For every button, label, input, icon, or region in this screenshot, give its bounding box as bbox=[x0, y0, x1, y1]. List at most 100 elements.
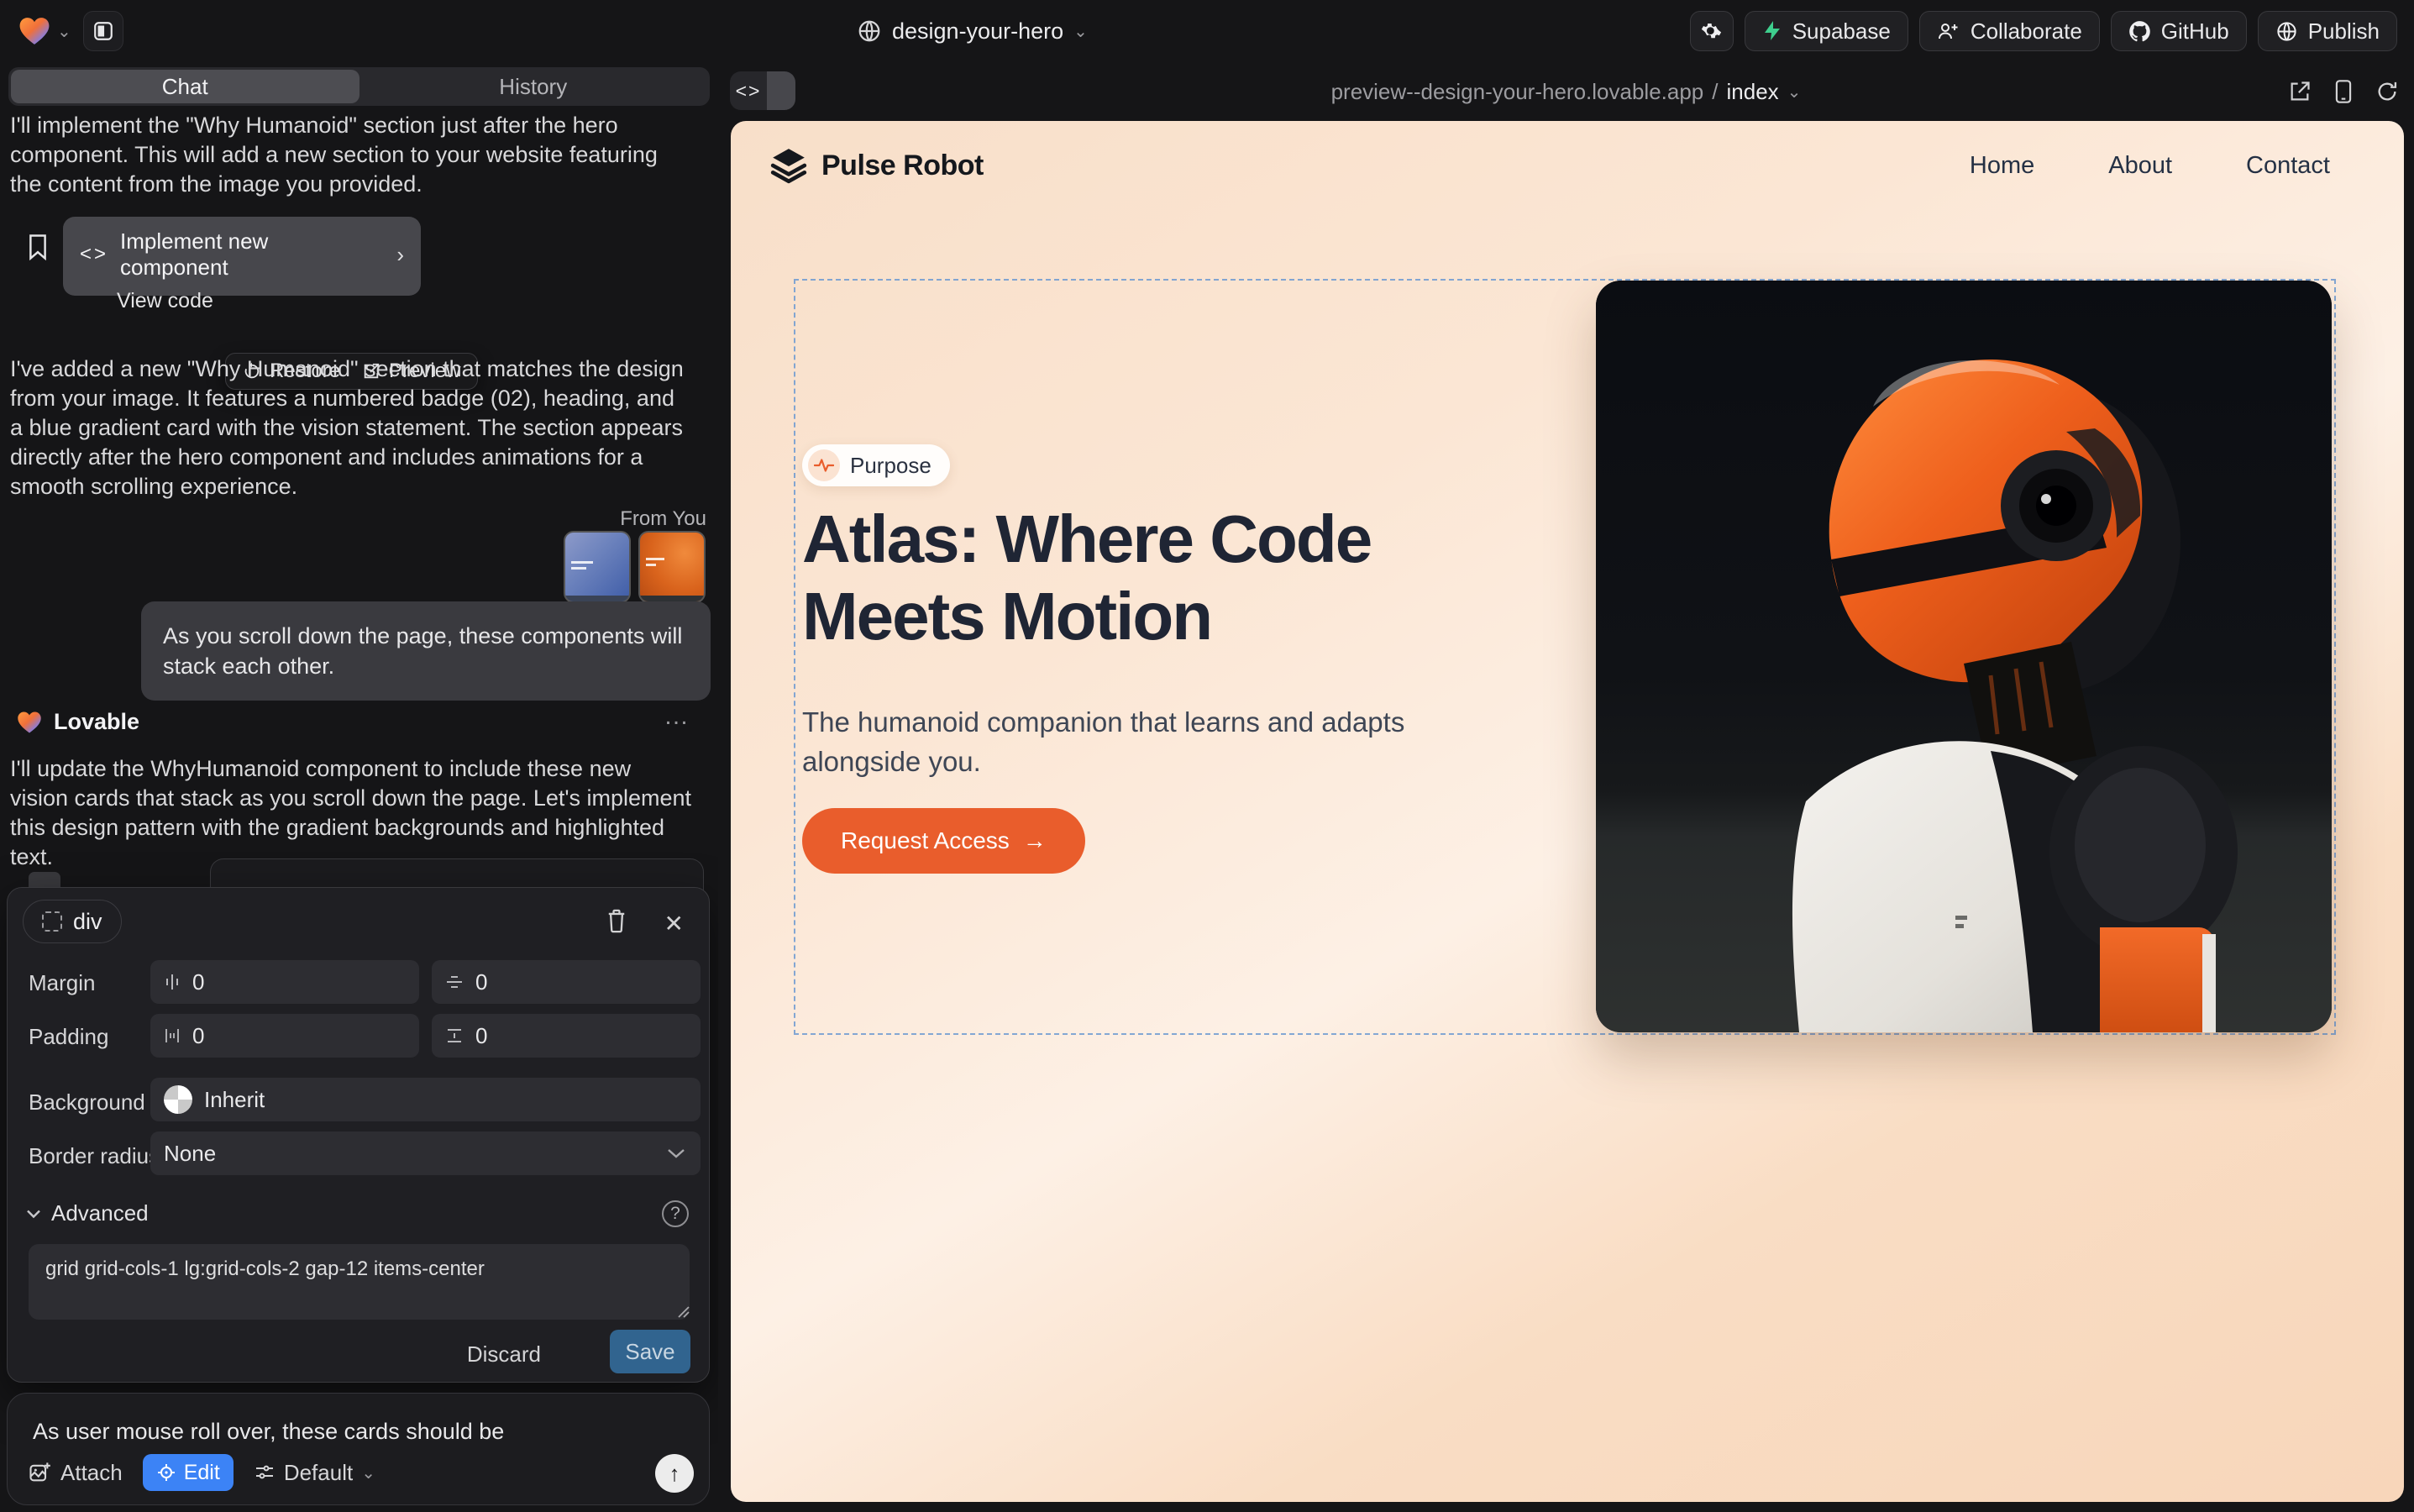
attach-button[interactable]: Attach bbox=[28, 1460, 123, 1486]
user-message-bubble: As you scroll down the page, these compo… bbox=[141, 601, 711, 701]
component-card-title: Implement new component bbox=[120, 228, 373, 281]
dashed-box-icon bbox=[42, 911, 62, 932]
lovable-heart-icon bbox=[18, 16, 50, 46]
publish-button[interactable]: Publish bbox=[2258, 11, 2397, 51]
background-input[interactable]: Inherit bbox=[150, 1078, 701, 1121]
chevron-down-icon bbox=[667, 1147, 685, 1159]
github-button[interactable]: GitHub bbox=[2111, 11, 2247, 51]
nav-about[interactable]: About bbox=[2108, 152, 2172, 180]
site-brand[interactable]: Pulse Robot bbox=[769, 146, 984, 185]
people-plus-icon bbox=[1937, 20, 1960, 42]
preview-pane: <> preview--design-your-hero.lovable.app… bbox=[718, 62, 2414, 1512]
chat-history-tabs: Chat History bbox=[8, 67, 710, 106]
supabase-button[interactable]: Supabase bbox=[1745, 11, 1908, 51]
mode-select[interactable]: Default ⌄ bbox=[254, 1460, 375, 1486]
mobile-view-button[interactable] bbox=[2333, 79, 2354, 104]
attachment-thumbnail-2[interactable] bbox=[638, 531, 706, 603]
chat-composer[interactable]: As user mouse roll over, these cards sho… bbox=[7, 1393, 710, 1505]
layers-icon bbox=[769, 146, 808, 185]
request-access-button[interactable]: Request Access → bbox=[802, 808, 1085, 874]
attach-image-icon bbox=[28, 1461, 51, 1484]
tab-chat[interactable]: Chat bbox=[11, 70, 359, 103]
composer-draft-text[interactable]: As user mouse roll over, these cards sho… bbox=[33, 1419, 504, 1445]
background-label: Background bbox=[29, 1089, 145, 1116]
nav-contact[interactable]: Contact bbox=[2246, 152, 2330, 180]
save-button[interactable]: Save bbox=[610, 1330, 690, 1373]
gear-icon bbox=[1700, 19, 1724, 43]
margin-x-icon bbox=[164, 973, 181, 991]
margin-x-input[interactable]: 0 bbox=[150, 960, 419, 1004]
preview-url-host: preview--design-your-hero.lovable.app bbox=[1331, 79, 1704, 105]
site-preview: Pulse Robot Home About Contact Purpose A… bbox=[731, 121, 2404, 1502]
attachment-thumbnail-1[interactable] bbox=[564, 531, 631, 603]
delete-element-button[interactable] bbox=[605, 908, 628, 933]
edit-mode-button[interactable]: Edit bbox=[143, 1454, 234, 1491]
assistant-message-1: I'll implement the "Why Humanoid" sectio… bbox=[10, 111, 692, 199]
margin-y-icon bbox=[445, 974, 464, 990]
padding-x-icon bbox=[164, 1026, 181, 1045]
chat-sidebar: Chat History I'll implement the "Why Hum… bbox=[0, 62, 718, 1512]
refresh-button[interactable] bbox=[2375, 80, 2399, 103]
padding-label: Padding bbox=[29, 1024, 108, 1050]
hero-subtitle: The humanoid companion that learns and a… bbox=[802, 702, 1466, 781]
purpose-badge-label: Purpose bbox=[850, 453, 931, 479]
message-menu-button[interactable]: … bbox=[664, 702, 691, 731]
border-radius-select[interactable]: None bbox=[150, 1131, 701, 1175]
help-icon[interactable]: ? bbox=[662, 1200, 689, 1227]
sidebar-toggle-button[interactable] bbox=[83, 11, 123, 51]
purpose-badge: Purpose bbox=[802, 444, 950, 486]
from-you-label: From You bbox=[620, 507, 706, 531]
project-name: design-your-hero bbox=[892, 18, 1063, 45]
chevron-down-icon: ⌄ bbox=[1787, 81, 1802, 102]
chevron-right-icon: › bbox=[396, 242, 404, 268]
classes-textarea[interactable]: grid grid-cols-1 lg:grid-cols-2 gap-12 i… bbox=[29, 1244, 690, 1320]
github-icon bbox=[2128, 20, 2151, 43]
project-switcher[interactable]: design-your-hero ⌄ bbox=[857, 0, 1088, 62]
app-topbar: ⌄ design-your-hero ⌄ bbox=[0, 0, 2414, 62]
assistant-message-2: I've added a new "Why Humanoid" section … bbox=[10, 354, 692, 501]
nav-home[interactable]: Home bbox=[1970, 152, 2034, 180]
tab-history[interactable]: History bbox=[359, 70, 708, 103]
padding-x-input[interactable]: 0 bbox=[150, 1014, 419, 1058]
element-tag: div bbox=[73, 909, 102, 935]
hero-heading: Atlas: Where Code Meets Motion bbox=[802, 501, 1371, 655]
border-radius-label: Border radius bbox=[29, 1143, 160, 1169]
bookmark-icon[interactable] bbox=[27, 234, 49, 260]
open-in-new-tab-button[interactable] bbox=[2288, 80, 2312, 103]
implement-component-card[interactable]: <> Implement new component › View code bbox=[63, 217, 421, 296]
site-nav: Home About Contact bbox=[1970, 152, 2330, 180]
margin-label: Margin bbox=[29, 970, 95, 996]
lovable-heart-icon bbox=[17, 711, 42, 734]
view-code-link[interactable]: View code bbox=[117, 289, 404, 313]
lovable-menu-button[interactable]: ⌄ bbox=[18, 16, 71, 46]
transparent-swatch-icon bbox=[164, 1085, 192, 1114]
discard-button[interactable]: Discard bbox=[467, 1341, 541, 1368]
padding-y-icon bbox=[445, 1027, 464, 1044]
chevron-down-icon: ⌄ bbox=[361, 1462, 375, 1483]
collaborate-button[interactable]: Collaborate bbox=[1919, 11, 2100, 51]
sliders-icon bbox=[254, 1462, 276, 1483]
hero-robot-image bbox=[1596, 281, 2332, 1032]
arrow-right-icon: → bbox=[1023, 827, 1047, 854]
preview-toolbar: <> preview--design-your-hero.lovable.app… bbox=[718, 62, 2414, 121]
assistant-header: Lovable bbox=[17, 709, 139, 735]
advanced-section-toggle[interactable]: Advanced bbox=[26, 1200, 149, 1226]
preview-url-bar[interactable]: preview--design-your-hero.lovable.app / … bbox=[718, 62, 2414, 121]
chevron-down-icon: ⌄ bbox=[1073, 21, 1088, 42]
panel-icon bbox=[92, 20, 114, 42]
chevron-down-icon bbox=[26, 1209, 41, 1219]
assistant-message-3: I'll update the WhyHumanoid component to… bbox=[10, 754, 692, 872]
margin-y-input[interactable]: 0 bbox=[432, 960, 701, 1004]
send-button[interactable]: ↑ bbox=[655, 1454, 694, 1493]
assistant-name: Lovable bbox=[54, 709, 139, 735]
supabase-icon bbox=[1762, 20, 1782, 42]
publish-globe-icon bbox=[2275, 20, 2298, 43]
preview-url-page: index bbox=[1727, 79, 1779, 105]
settings-button[interactable] bbox=[1690, 11, 1734, 51]
globe-icon bbox=[857, 18, 882, 44]
selected-element-chip[interactable]: div bbox=[23, 900, 122, 943]
close-inspector-button[interactable]: ✕ bbox=[664, 910, 684, 937]
chevron-down-icon: ⌄ bbox=[57, 21, 71, 42]
pulse-icon bbox=[808, 449, 840, 481]
padding-y-input[interactable]: 0 bbox=[432, 1014, 701, 1058]
